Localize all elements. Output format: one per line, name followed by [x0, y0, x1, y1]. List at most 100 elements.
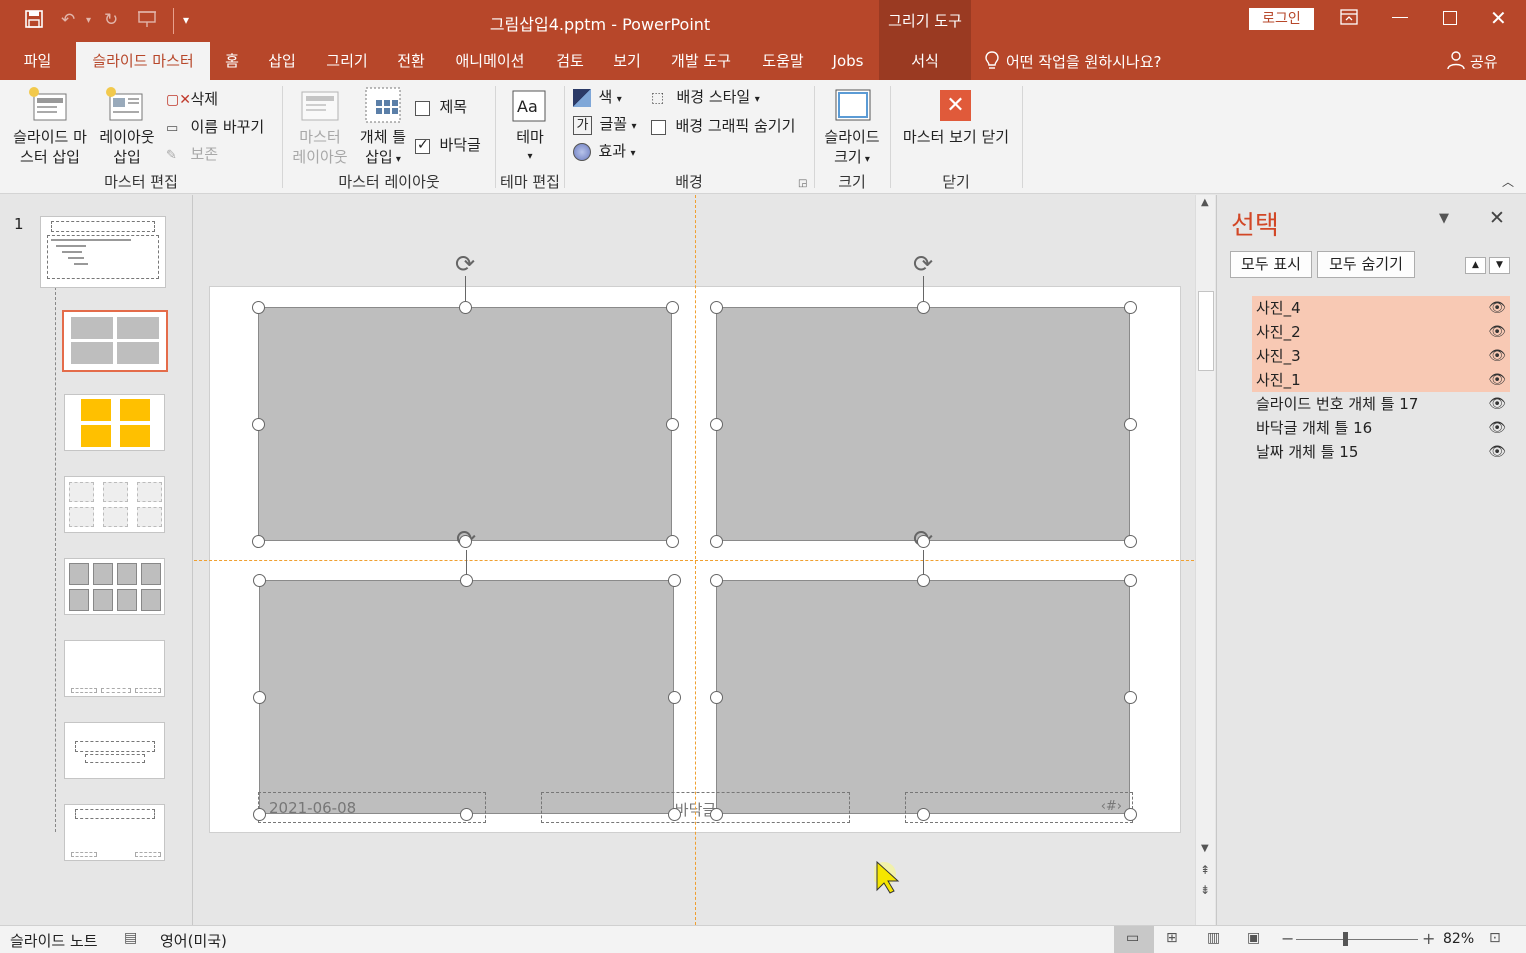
insert-placeholder-button[interactable]: 개체 틀 삽입 ▾	[352, 127, 414, 170]
slide-show-icon[interactable]: ▣	[1247, 930, 1260, 946]
resize-handle[interactable]	[665, 534, 679, 548]
ribbon-display-icon[interactable]	[1340, 9, 1358, 29]
visibility-eye-icon[interactable]: 👁	[1488, 296, 1506, 320]
reading-view-icon[interactable]: ▥	[1207, 930, 1220, 946]
maximize-icon[interactable]	[1443, 11, 1457, 25]
zoom-in-icon[interactable]: +	[1422, 929, 1435, 948]
visibility-eye-icon[interactable]: 👁	[1488, 440, 1506, 464]
layout-thumbnail[interactable]	[64, 394, 165, 451]
minimize-icon[interactable]	[1392, 17, 1408, 18]
slide-number-placeholder[interactable]: ‹#›	[905, 792, 1133, 823]
resize-handle[interactable]	[251, 300, 265, 314]
resize-handle[interactable]	[458, 534, 472, 548]
tab-review[interactable]: 검토	[547, 42, 593, 80]
insert-layout-button[interactable]: 레이아웃 삽입	[94, 127, 160, 167]
resize-handle[interactable]	[1123, 807, 1137, 821]
notes-button[interactable]: 슬라이드 노트	[10, 930, 98, 951]
zoom-level[interactable]: 82%	[1443, 931, 1474, 947]
tab-draw[interactable]: 그리기	[318, 42, 376, 80]
tab-view[interactable]: 보기	[604, 42, 650, 80]
layout-thumbnail-selected[interactable]	[62, 310, 168, 372]
title-checkbox[interactable]: 제목	[415, 96, 467, 117]
close-window-icon[interactable]: ✕	[1490, 6, 1507, 30]
hide-background-checkbox-box[interactable]	[651, 119, 666, 135]
resize-handle[interactable]	[1123, 534, 1137, 548]
zoom-out-icon[interactable]: −	[1281, 929, 1294, 948]
resize-handle[interactable]	[460, 807, 473, 821]
dialog-launcher-icon[interactable]: ◲	[798, 178, 807, 189]
vertical-scrollbar[interactable]: ▲ ▼ ⇞ ⇟	[1195, 195, 1215, 925]
send-backward-icon[interactable]: ▼	[1489, 257, 1510, 274]
background-styles-button[interactable]: ⬚ 배경 스타일 ▾	[651, 86, 760, 107]
redo-icon[interactable]: ↻	[104, 10, 118, 30]
visibility-eye-icon[interactable]: 👁	[1488, 392, 1506, 416]
visibility-eye-icon[interactable]: 👁	[1488, 416, 1506, 440]
resize-handle[interactable]	[709, 300, 723, 314]
selection-list-item[interactable]: 날짜 개체 틀 15 👁	[1252, 440, 1510, 464]
fit-to-window-icon[interactable]: ⊡	[1489, 930, 1501, 946]
pane-options-icon[interactable]: ▼	[1439, 211, 1449, 226]
resize-handle[interactable]	[709, 573, 723, 587]
picture-placeholder-2[interactable]	[716, 307, 1130, 541]
tab-slide-master[interactable]: 슬라이드 마스터	[76, 42, 210, 80]
close-master-view-button[interactable]: 마스터 보기 닫기	[892, 127, 1020, 147]
resize-handle[interactable]	[251, 417, 265, 431]
insert-slide-master-button[interactable]: 슬라이드 마 스터 삽입	[4, 127, 96, 167]
resize-handle[interactable]	[667, 690, 681, 704]
customize-qat-icon[interactable]: ▾	[183, 13, 189, 27]
selection-list-item[interactable]: 슬라이드 번호 개체 틀 17 👁	[1252, 392, 1510, 416]
visibility-eye-icon[interactable]: 👁	[1488, 344, 1506, 368]
layout-thumbnail[interactable]	[64, 722, 165, 779]
resize-handle[interactable]	[252, 807, 266, 821]
resize-handle[interactable]	[460, 573, 473, 587]
resize-handle[interactable]	[916, 807, 930, 821]
tab-insert[interactable]: 삽입	[259, 42, 305, 80]
scroll-up-icon[interactable]: ▲	[1201, 197, 1209, 208]
selection-list-item[interactable]: 사진_3 👁	[1252, 344, 1510, 368]
undo-icon[interactable]: ↶	[61, 10, 75, 30]
layout-thumbnail[interactable]	[64, 476, 165, 533]
effects-button[interactable]: 효과 ▾	[573, 140, 636, 161]
resize-handle[interactable]	[458, 300, 472, 314]
tell-me-search[interactable]: 어떤 작업을 원하시나요?	[1006, 51, 1162, 72]
horizontal-guide[interactable]	[194, 560, 1194, 561]
resize-handle[interactable]	[916, 534, 930, 548]
tab-home[interactable]: 홈	[214, 42, 250, 80]
colors-button[interactable]: 색 ▾	[573, 86, 622, 107]
bring-forward-icon[interactable]: ▲	[1465, 257, 1486, 274]
tab-help[interactable]: 도움말	[753, 42, 813, 80]
slide-size-button[interactable]: 슬라이드 크기 ▾	[818, 127, 886, 170]
slide-sorter-icon[interactable]: ⊞	[1166, 930, 1178, 946]
visibility-eye-icon[interactable]: 👁	[1488, 368, 1506, 392]
login-button[interactable]: 로그인	[1249, 8, 1314, 30]
show-all-button[interactable]: 모두 표시	[1230, 251, 1312, 278]
resize-handle[interactable]	[667, 573, 681, 587]
save-icon[interactable]	[25, 10, 43, 33]
layout-thumbnail[interactable]	[64, 804, 165, 861]
tab-file[interactable]: 파일	[10, 42, 65, 80]
footer-checkbox[interactable]: 바닥글	[415, 134, 481, 155]
rename-button[interactable]: ▭ 이름 바꾸기	[166, 116, 264, 136]
next-slide-icon[interactable]: ⇟	[1200, 883, 1210, 897]
tab-transitions[interactable]: 전환	[388, 42, 434, 80]
scroll-thumb[interactable]	[1198, 291, 1214, 371]
layout-thumbnail[interactable]	[64, 640, 165, 697]
close-pane-icon[interactable]: ✕	[1489, 207, 1505, 229]
fonts-button[interactable]: 가 글꼴 ▾	[573, 113, 637, 135]
selection-list-item[interactable]: 사진_1 👁	[1252, 368, 1510, 392]
tab-format[interactable]: 서식	[879, 42, 971, 80]
picture-placeholder-3[interactable]	[259, 580, 674, 814]
resize-handle[interactable]	[916, 573, 930, 587]
picture-placeholder-4[interactable]	[258, 307, 672, 541]
theme-button[interactable]: 테마 ▾	[500, 127, 560, 167]
picture-placeholder-1[interactable]	[716, 580, 1130, 814]
previous-slide-icon[interactable]: ⇞	[1200, 863, 1210, 877]
delete-button[interactable]: ▢✕ 삭제	[166, 88, 218, 108]
share-button[interactable]: 공유	[1470, 51, 1498, 72]
language-indicator[interactable]: 영어(미국)	[160, 930, 227, 951]
spell-check-icon[interactable]: ▤	[124, 930, 137, 946]
resize-handle[interactable]	[667, 807, 681, 821]
resize-handle[interactable]	[709, 417, 723, 431]
resize-handle[interactable]	[1123, 417, 1137, 431]
undo-dropdown-icon[interactable]: ▾	[86, 15, 91, 26]
